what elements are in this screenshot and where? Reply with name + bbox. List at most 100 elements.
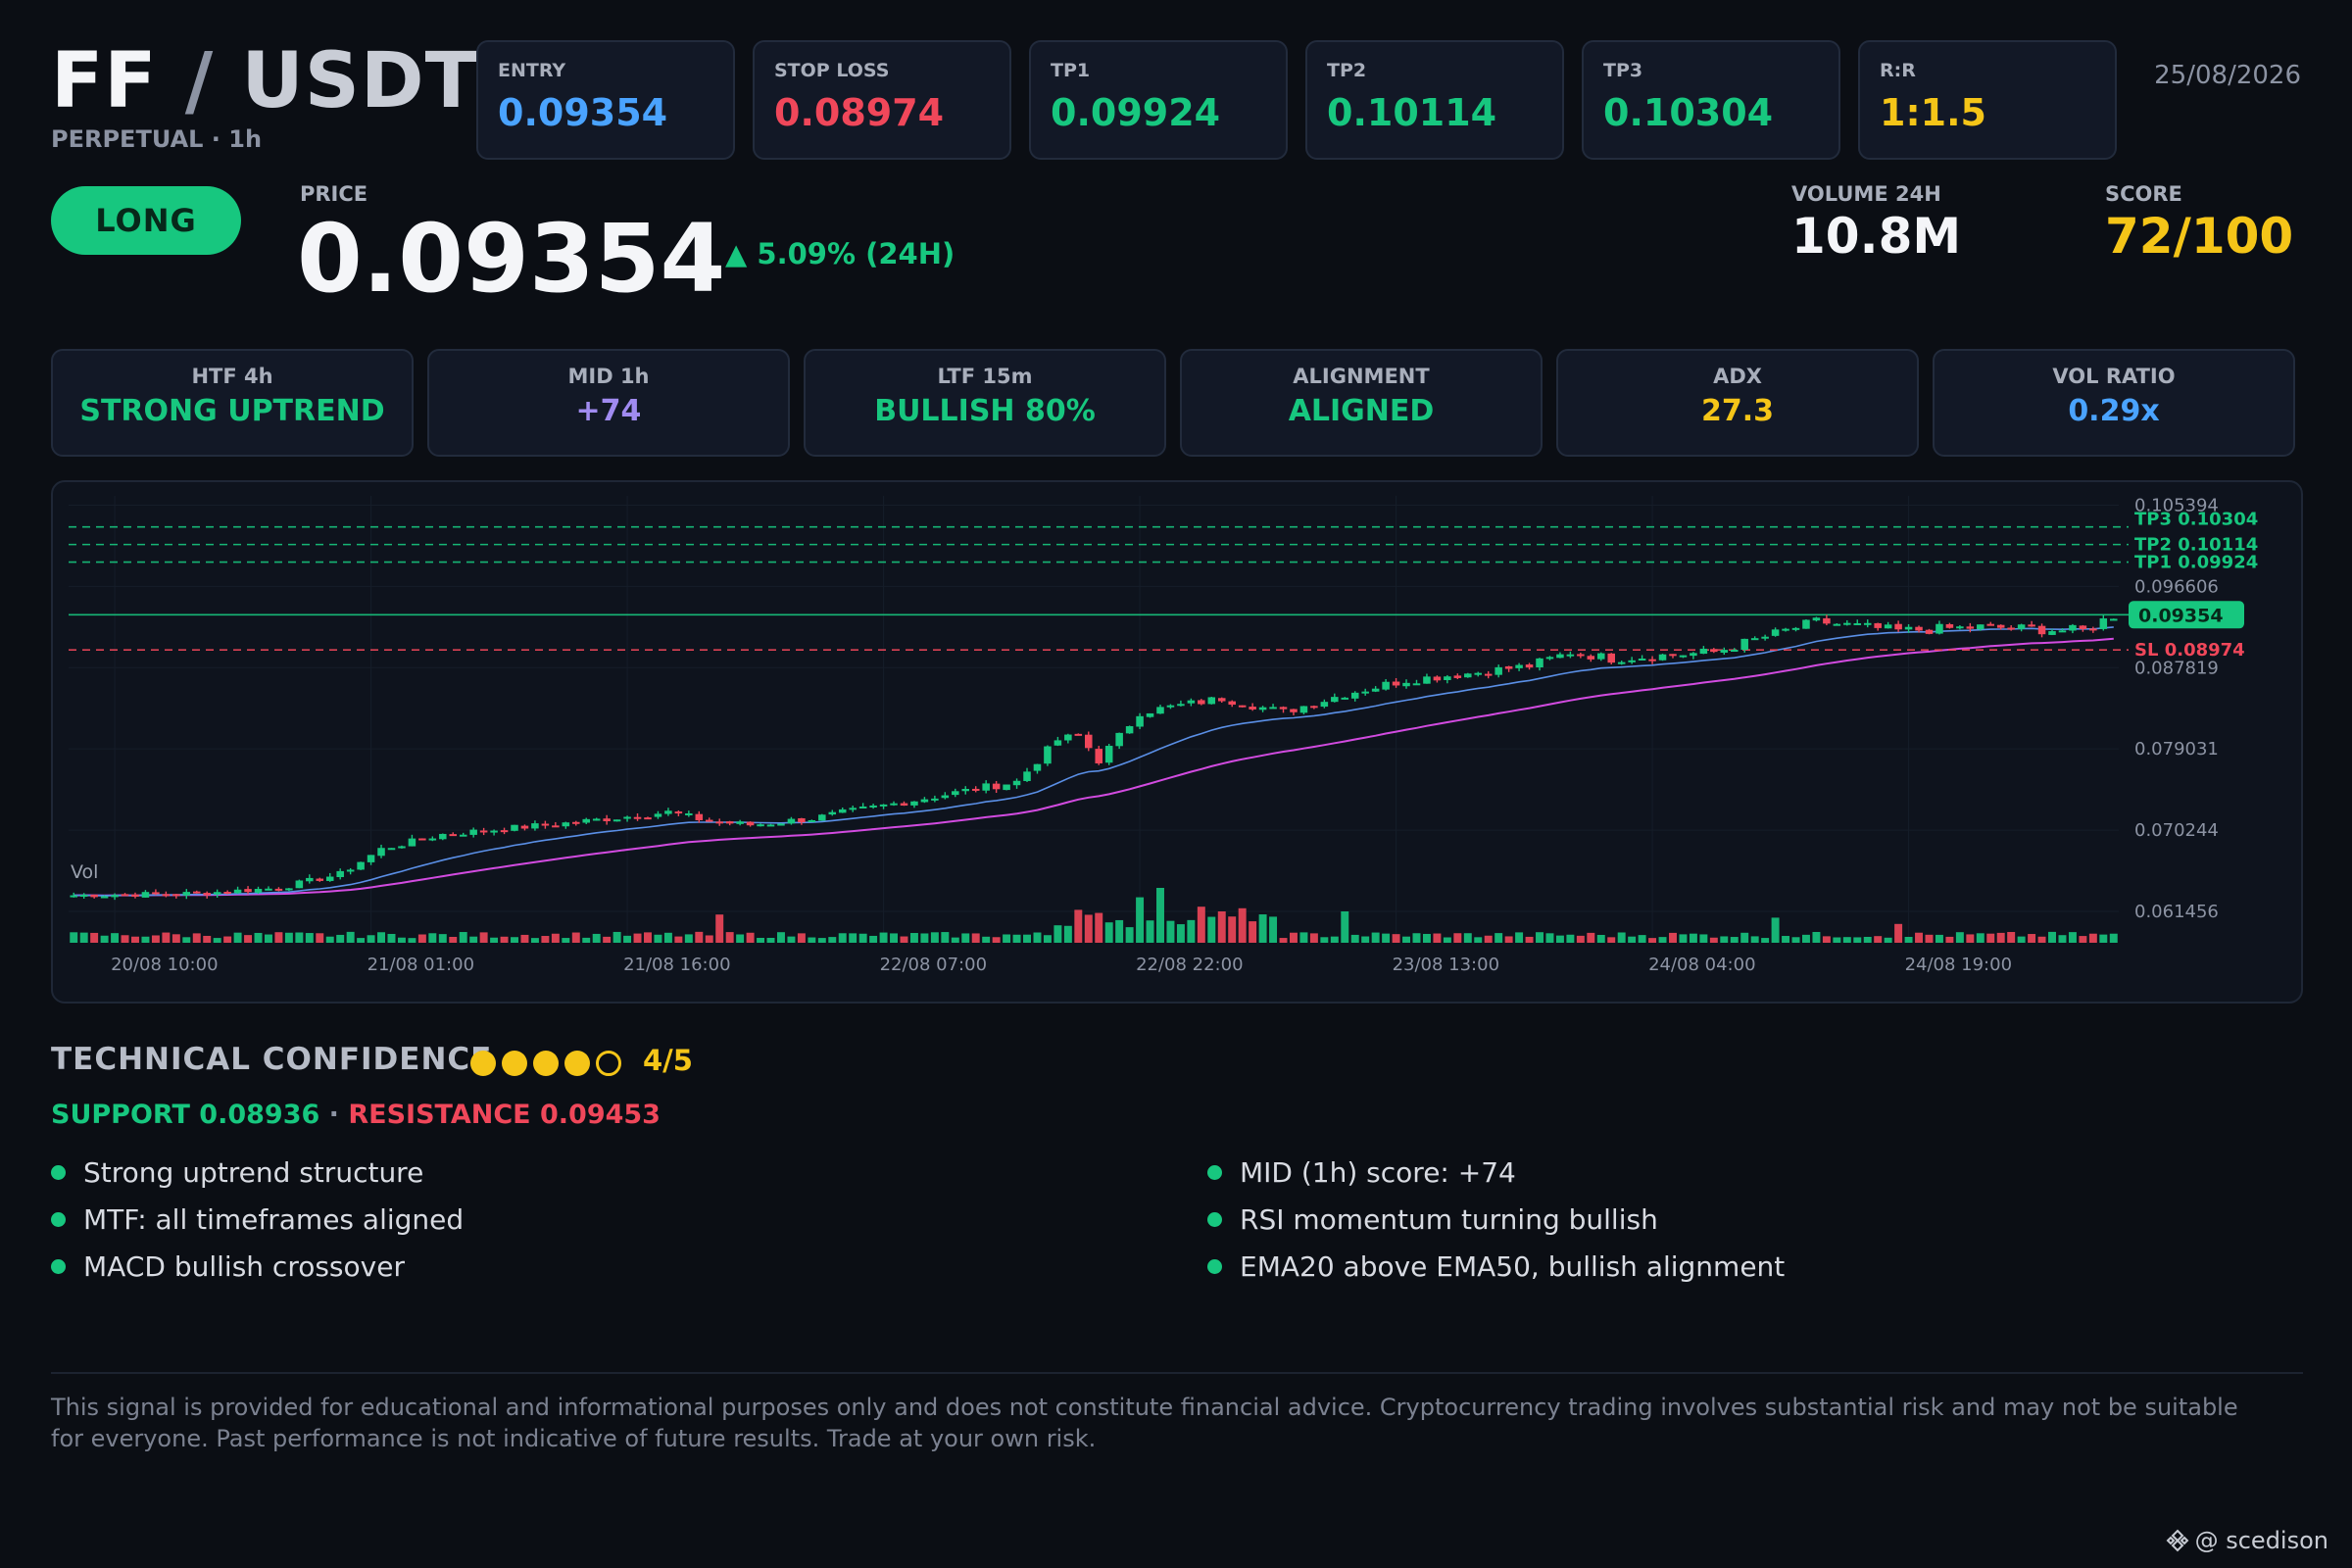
candle-body <box>367 855 375 862</box>
volume-bar <box>1966 934 1975 943</box>
volume-bar <box>1720 936 1729 943</box>
volume-bar <box>787 936 796 943</box>
volume-bar <box>1504 936 1513 943</box>
volume-bar <box>828 937 837 943</box>
volume-bar <box>295 932 304 943</box>
volume-bar <box>2007 932 2016 943</box>
volume-bar <box>121 935 129 943</box>
candle-body <box>1956 626 1964 629</box>
volume-bar <box>1607 937 1616 943</box>
long-badge: LONG <box>51 186 241 255</box>
candle-body <box>1761 636 1769 639</box>
volume-bar <box>111 933 120 943</box>
pair-title: FF / USDT <box>51 37 478 125</box>
candle-body <box>1207 697 1216 705</box>
candle-body <box>1003 784 1010 791</box>
volume-bar <box>2017 936 2026 943</box>
candle-body <box>346 869 355 872</box>
alignment-box: ALIGNMENT ALIGNED <box>1180 349 1543 457</box>
candle-body <box>838 808 847 813</box>
candle-body <box>1833 623 1841 626</box>
volume-bar <box>1648 938 1657 943</box>
candle-body <box>1095 749 1102 763</box>
confidence-score: 4/5 <box>643 1044 693 1077</box>
volume-bar <box>1874 936 1883 943</box>
volume-bar <box>438 934 447 943</box>
candle-body <box>890 803 898 806</box>
volume-bar <box>1033 932 1042 943</box>
volume-bar <box>941 932 950 943</box>
candle-body <box>920 799 929 803</box>
candle-body <box>182 892 191 896</box>
candle-body <box>623 816 631 819</box>
volume-bar <box>459 932 467 943</box>
volume-bar <box>1709 937 1718 943</box>
candle-body <box>777 823 785 826</box>
candle-body <box>1812 617 1821 621</box>
risk-reward-label: R:R <box>1880 60 1916 81</box>
volume-bar <box>1474 937 1483 943</box>
tp1-value: 0.09924 <box>1051 91 1221 134</box>
candle-body <box>1730 650 1739 653</box>
tp1-box: TP1 0.09924 <box>1029 40 1288 160</box>
volume-bar <box>1063 925 1072 943</box>
volume-bar <box>511 937 518 943</box>
reasons-right: MID (1h) score: +74 RSI momentum turning… <box>1207 1156 1785 1283</box>
bullet-dot-icon <box>1207 1165 1222 1180</box>
candle-body <box>1044 746 1052 764</box>
volume-bar <box>1402 936 1411 943</box>
candle-body <box>1863 622 1872 625</box>
volume-bar <box>274 932 283 943</box>
candle-body <box>152 892 160 895</box>
candle-body <box>849 808 857 810</box>
volume-bar <box>408 938 416 943</box>
volume-bar <box>1638 935 1646 943</box>
volume-bar <box>1289 932 1298 943</box>
pair-separator: / <box>184 37 215 125</box>
candle-body <box>685 812 693 815</box>
candle-body <box>1474 672 1483 675</box>
price-change-24h: ▲ 5.09% (24H) <box>725 237 956 270</box>
volume-bar <box>736 934 745 943</box>
x-tick-label: 23/08 13:00 <box>1393 955 1499 975</box>
candle-body <box>1915 626 1923 631</box>
candle-body <box>100 896 109 899</box>
volume-bar <box>1750 936 1759 943</box>
base-asset: FF <box>51 37 158 125</box>
tp2-label: TP2 <box>1327 60 1367 81</box>
score-value: 72/100 <box>2105 208 2294 265</box>
confidence-title: TECHNICAL CONFIDENCE <box>51 1042 493 1077</box>
candle-body <box>265 888 272 891</box>
candle-body <box>1966 626 1975 629</box>
y-tick-label: 0.079031 <box>2134 739 2219 760</box>
volume-bar <box>1309 933 1318 943</box>
y-tick-label: 0.105394 <box>2134 495 2219 515</box>
candle-body <box>808 819 816 822</box>
candle-body <box>1494 666 1502 675</box>
candle-body <box>1433 676 1442 681</box>
candle-body <box>336 870 344 878</box>
volume-bar <box>1782 936 1790 943</box>
volume-bar <box>449 936 458 943</box>
volume-bar <box>746 932 755 943</box>
htf-4h-box: HTF 4h STRONG UPTREND <box>51 349 414 457</box>
volume-bar <box>592 933 601 943</box>
volume-bar <box>2048 931 2056 943</box>
volume-bar <box>490 937 499 943</box>
volume-bar <box>571 932 580 943</box>
candle-body <box>1453 675 1462 678</box>
candle-body <box>479 830 488 833</box>
reasons-left: Strong uptrend structure MTF: all timefr… <box>51 1156 464 1283</box>
volume-bar <box>1945 936 1954 943</box>
current-price: 0.09354 <box>297 204 726 314</box>
volume-bar <box>1863 936 1872 943</box>
candle-body <box>2089 628 2097 631</box>
tp3-value: 0.10304 <box>1603 91 1774 134</box>
candle-body <box>1187 700 1196 704</box>
candle-body <box>111 895 119 898</box>
volume-bar <box>2058 935 2067 943</box>
volume-bar <box>1207 916 1216 943</box>
volume-bar <box>838 933 847 943</box>
volume-bar <box>182 937 191 943</box>
candle-body <box>1710 649 1718 653</box>
